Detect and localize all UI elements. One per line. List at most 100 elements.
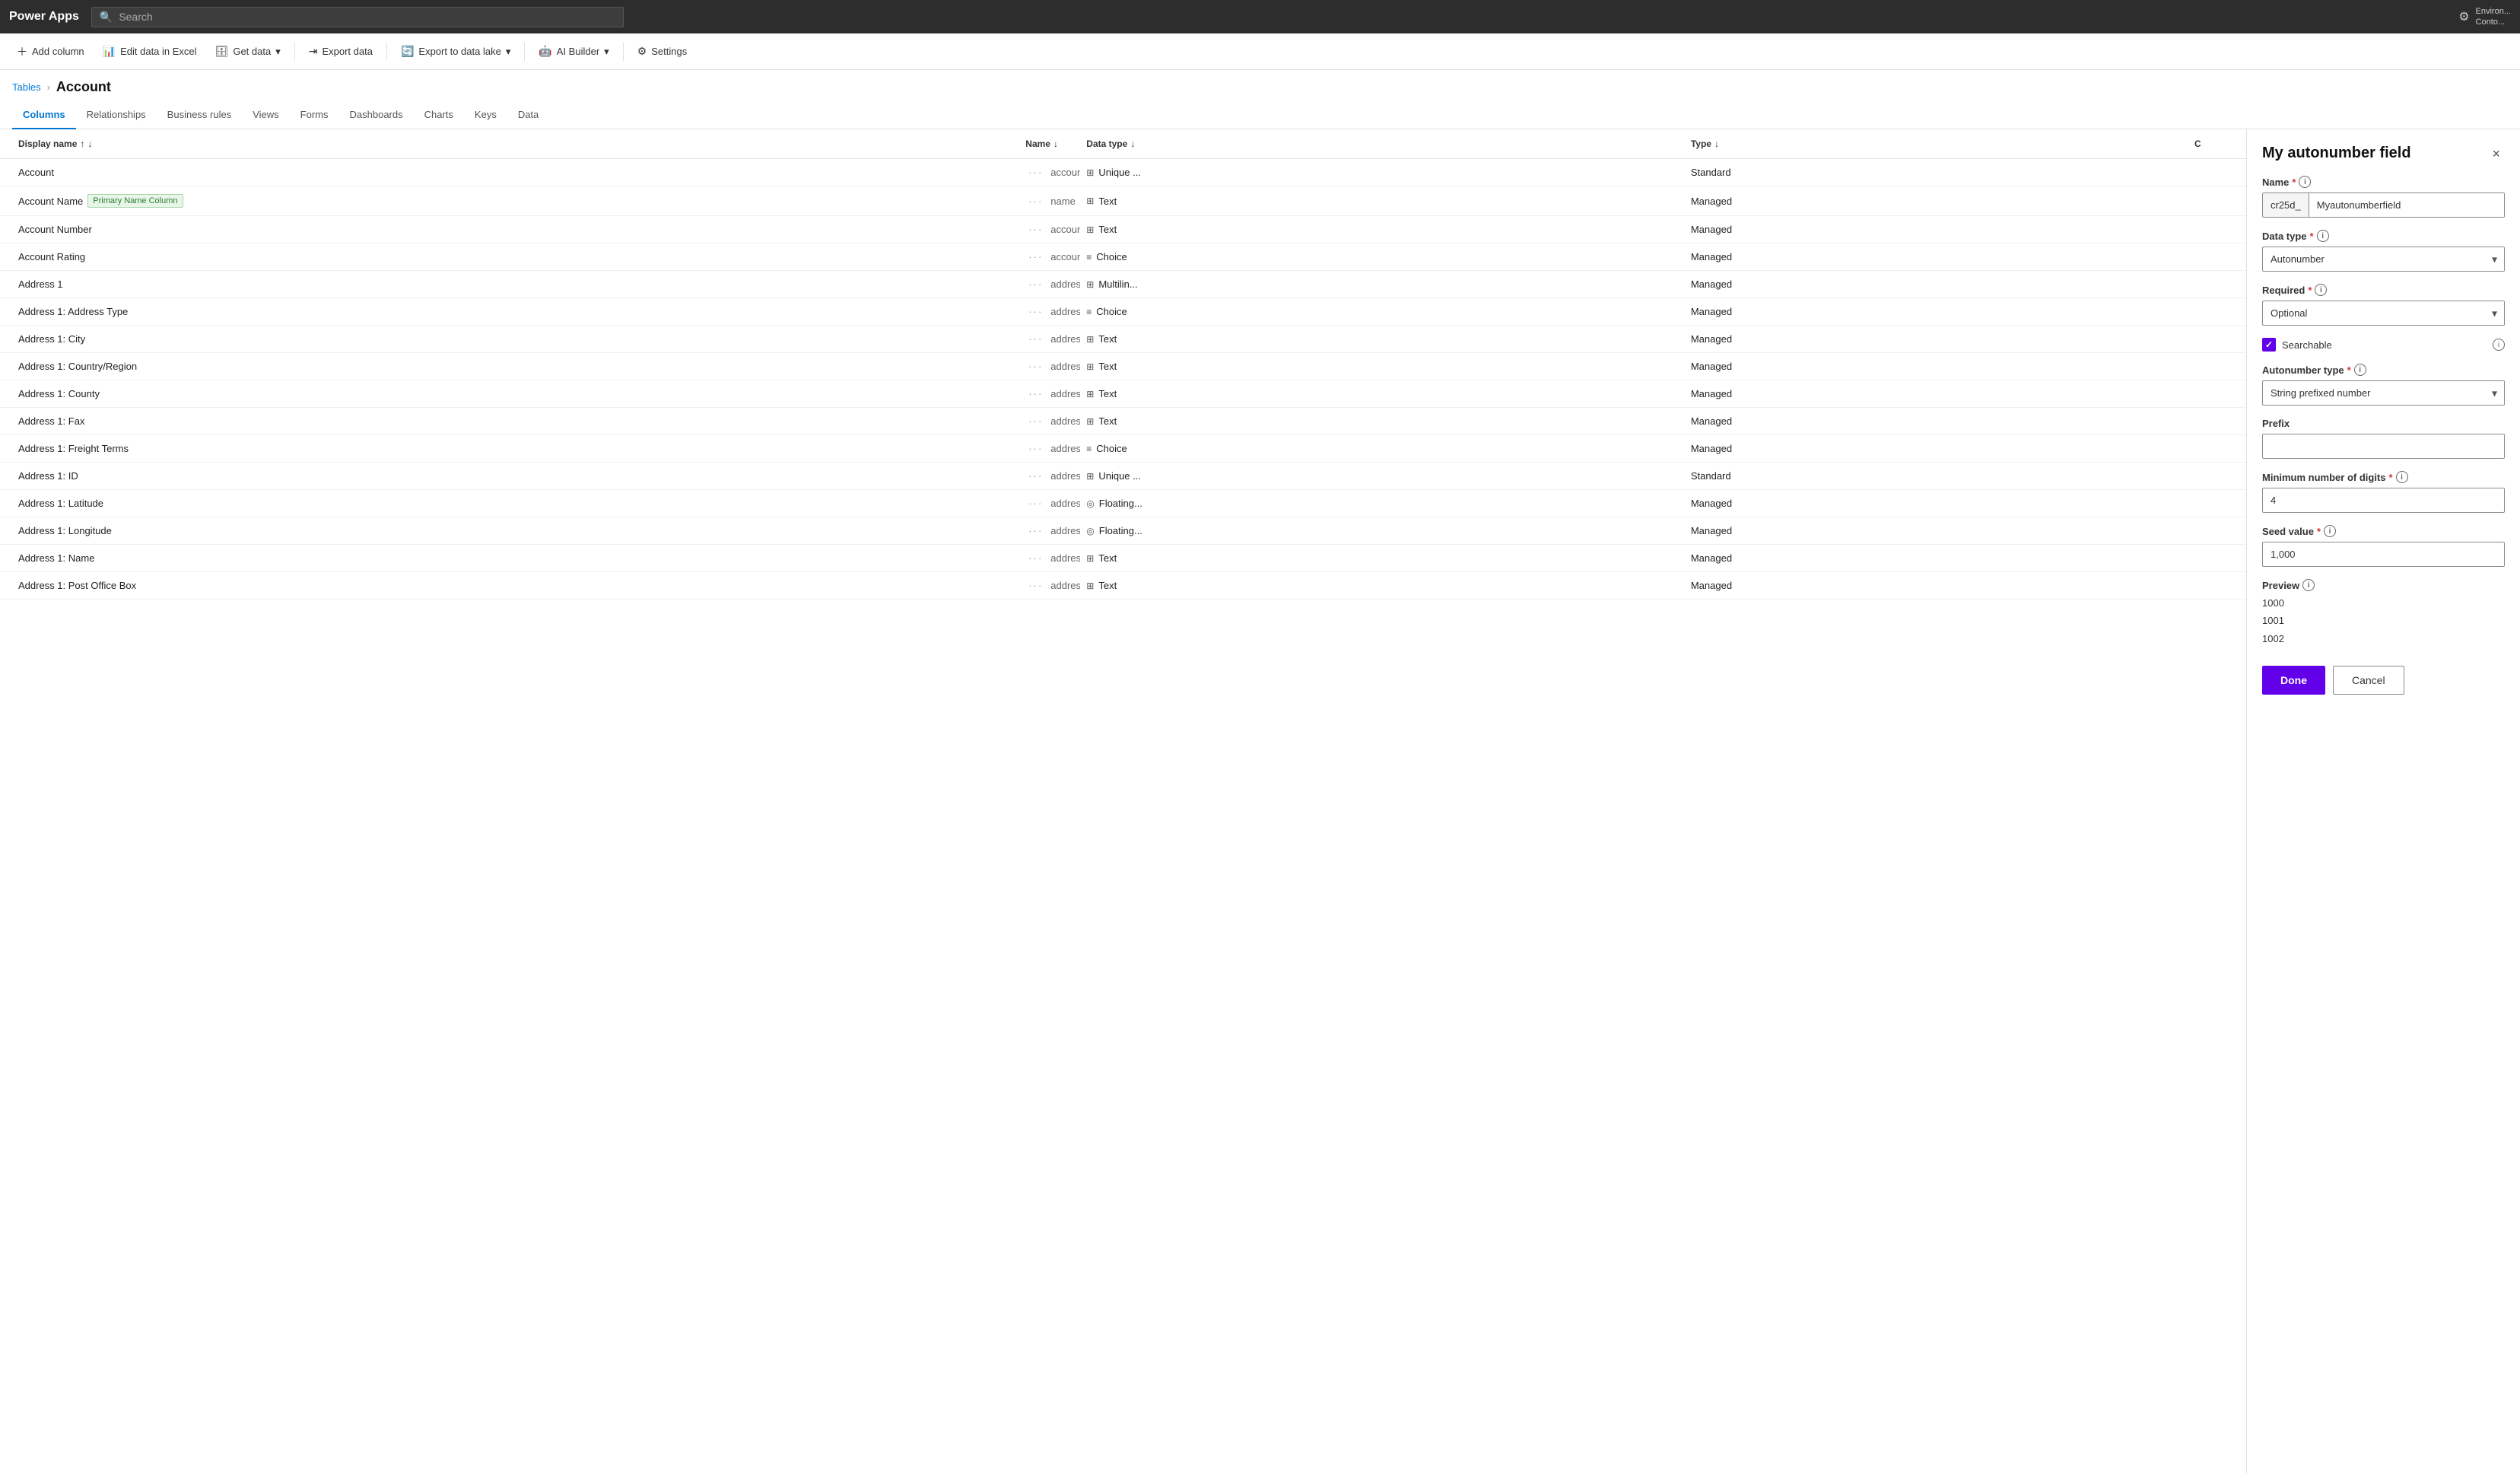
preview-info-icon[interactable]: i [2302, 579, 2315, 591]
dt-icon: ⊞ [1086, 196, 1094, 206]
th-data-type[interactable]: Data type ↓ [1080, 129, 1685, 158]
divider2 [386, 43, 387, 61]
seed-value-info-icon[interactable]: i [2324, 525, 2336, 537]
cancel-button[interactable]: Cancel [2333, 666, 2404, 695]
table-row: Address 1: Address Type ··· address1_add… [0, 298, 2246, 326]
row-menu-dots[interactable]: ··· [1025, 278, 1046, 290]
row-menu-dots[interactable]: ··· [1025, 306, 1046, 317]
preview-value-3: 1002 [2262, 630, 2505, 647]
td-data-type: ◎ Floating... [1080, 517, 1685, 544]
td-dots[interactable]: ··· address1_addressid [1019, 463, 1080, 489]
required-info-icon[interactable]: i [2315, 284, 2327, 296]
row-menu-dots[interactable]: ··· [1025, 498, 1046, 509]
row-menu-dots[interactable]: ··· [1025, 167, 1046, 178]
td-dots[interactable]: ··· address1_postofficebox [1019, 572, 1080, 599]
search-box[interactable]: 🔍 [91, 7, 624, 27]
panel-close-button[interactable]: × [2487, 145, 2505, 164]
tab-views[interactable]: Views [242, 101, 289, 129]
edit-data-button[interactable]: 📊 Edit data in Excel [95, 40, 205, 62]
autonumber-type-info-icon[interactable]: i [2354, 364, 2366, 376]
required-select[interactable]: Optional Business Recommended Business R… [2262, 301, 2505, 326]
row-menu-dots[interactable]: ··· [1025, 361, 1046, 372]
row-menu-dots[interactable]: ··· [1025, 470, 1046, 482]
name-info-icon[interactable]: i [2299, 176, 2311, 188]
row-type: Standard [1691, 167, 1731, 178]
row-menu-dots[interactable]: ··· [1025, 580, 1046, 591]
row-menu-dots[interactable]: ··· [1025, 388, 1046, 399]
required-star2: * [2310, 231, 2314, 242]
seed-value-label: Seed value * i [2262, 525, 2505, 537]
td-display-name: Account Rating [12, 243, 1019, 270]
td-dots[interactable]: ··· accountnumber [1019, 216, 1080, 243]
th-name[interactable]: Name ↓ [1019, 129, 1080, 158]
tab-columns[interactable]: Columns [12, 101, 76, 129]
min-digits-input[interactable] [2262, 488, 2505, 513]
tab-charts[interactable]: Charts [414, 101, 464, 129]
row-menu-dots[interactable]: ··· [1025, 415, 1046, 427]
add-column-button[interactable]: ＋ Add column [9, 40, 92, 64]
prefix-label: Prefix [2262, 418, 2505, 429]
table-row: Account Name Primary Name Column ··· nam… [0, 186, 2246, 216]
required-star3: * [2308, 285, 2312, 296]
settings-icon[interactable]: ⚙ [2458, 9, 2469, 24]
name-input[interactable] [2309, 193, 2504, 217]
name-label: Name * i [2262, 176, 2505, 188]
tab-forms[interactable]: Forms [290, 101, 339, 129]
row-menu-dots[interactable]: ··· [1025, 196, 1046, 207]
tab-business-rules[interactable]: Business rules [157, 101, 243, 129]
td-display-name: Address 1: Fax [12, 408, 1019, 434]
seed-value-input[interactable] [2262, 542, 2505, 567]
td-dots[interactable]: ··· address1_name [1019, 545, 1080, 571]
td-dots[interactable]: ··· address1_longitude [1019, 517, 1080, 544]
td-dots[interactable]: ··· address1_country [1019, 353, 1080, 380]
prefix-input[interactable] [2262, 434, 2505, 459]
export-data-button[interactable]: ⇥ Export data [301, 40, 380, 62]
tab-data[interactable]: Data [507, 101, 549, 129]
td-dots[interactable]: ··· address1_latitude [1019, 490, 1080, 517]
min-digits-info-icon[interactable]: i [2396, 471, 2408, 483]
searchable-checkbox[interactable] [2262, 338, 2276, 352]
breadcrumb-current: Account [56, 79, 111, 95]
td-dots[interactable]: ··· accountratingcode [1019, 243, 1080, 270]
dt-icon: ⊞ [1086, 581, 1094, 591]
lake-icon: 🔄 [401, 45, 414, 58]
row-menu-dots[interactable]: ··· [1025, 251, 1046, 262]
tab-keys[interactable]: Keys [464, 101, 507, 129]
td-dots[interactable]: ··· address1_addresstypecode [1019, 298, 1080, 325]
row-menu-dots[interactable]: ··· [1025, 224, 1046, 235]
autonumber-type-select[interactable]: String prefixed number Auto number Custo… [2262, 380, 2505, 406]
td-dots[interactable]: ··· accountid [1019, 159, 1080, 186]
row-menu-dots[interactable]: ··· [1025, 552, 1046, 564]
td-dots[interactable]: ··· address1_county [1019, 380, 1080, 407]
td-type: Standard [1685, 159, 2188, 186]
td-dots[interactable]: ··· address1_city [1019, 326, 1080, 352]
row-type: Managed [1691, 415, 1732, 427]
searchable-info-icon[interactable]: i [2493, 339, 2505, 351]
search-input[interactable] [119, 11, 615, 23]
ai-builder-button[interactable]: 🤖 AI Builder ▾ [531, 40, 616, 62]
row-data-type: Choice [1096, 443, 1127, 454]
th-display-name[interactable]: Display name ↑↓ [12, 129, 1019, 158]
data-type-select[interactable]: Autonumber [2262, 247, 2505, 272]
settings-button[interactable]: ⚙ Settings [630, 40, 695, 62]
export-lake-button[interactable]: 🔄 Export to data lake ▾ [393, 40, 518, 62]
tab-relationships[interactable]: Relationships [76, 101, 157, 129]
breadcrumb-tables-link[interactable]: Tables [12, 81, 41, 93]
row-menu-dots[interactable]: ··· [1025, 525, 1046, 536]
td-data-type: ⊞ Text [1080, 408, 1685, 434]
row-type: Managed [1691, 251, 1732, 262]
get-data-button[interactable]: 🗄 Get data ▾ [208, 40, 288, 62]
sort-icon5: ↓ [1714, 138, 1719, 149]
row-type: Managed [1691, 361, 1732, 372]
row-type: Managed [1691, 388, 1732, 399]
td-dots[interactable]: ··· name [1019, 186, 1080, 215]
row-menu-dots[interactable]: ··· [1025, 443, 1046, 454]
row-menu-dots[interactable]: ··· [1025, 333, 1046, 345]
td-dots[interactable]: ··· address1_fax [1019, 408, 1080, 434]
td-dots[interactable]: ··· address1_freighttermscode [1019, 435, 1080, 462]
data-type-info-icon[interactable]: i [2317, 230, 2329, 242]
tab-dashboards[interactable]: Dashboards [339, 101, 414, 129]
td-dots[interactable]: ··· address1_composite [1019, 271, 1080, 297]
th-type[interactable]: Type ↓ [1685, 129, 2188, 158]
done-button[interactable]: Done [2262, 666, 2325, 695]
